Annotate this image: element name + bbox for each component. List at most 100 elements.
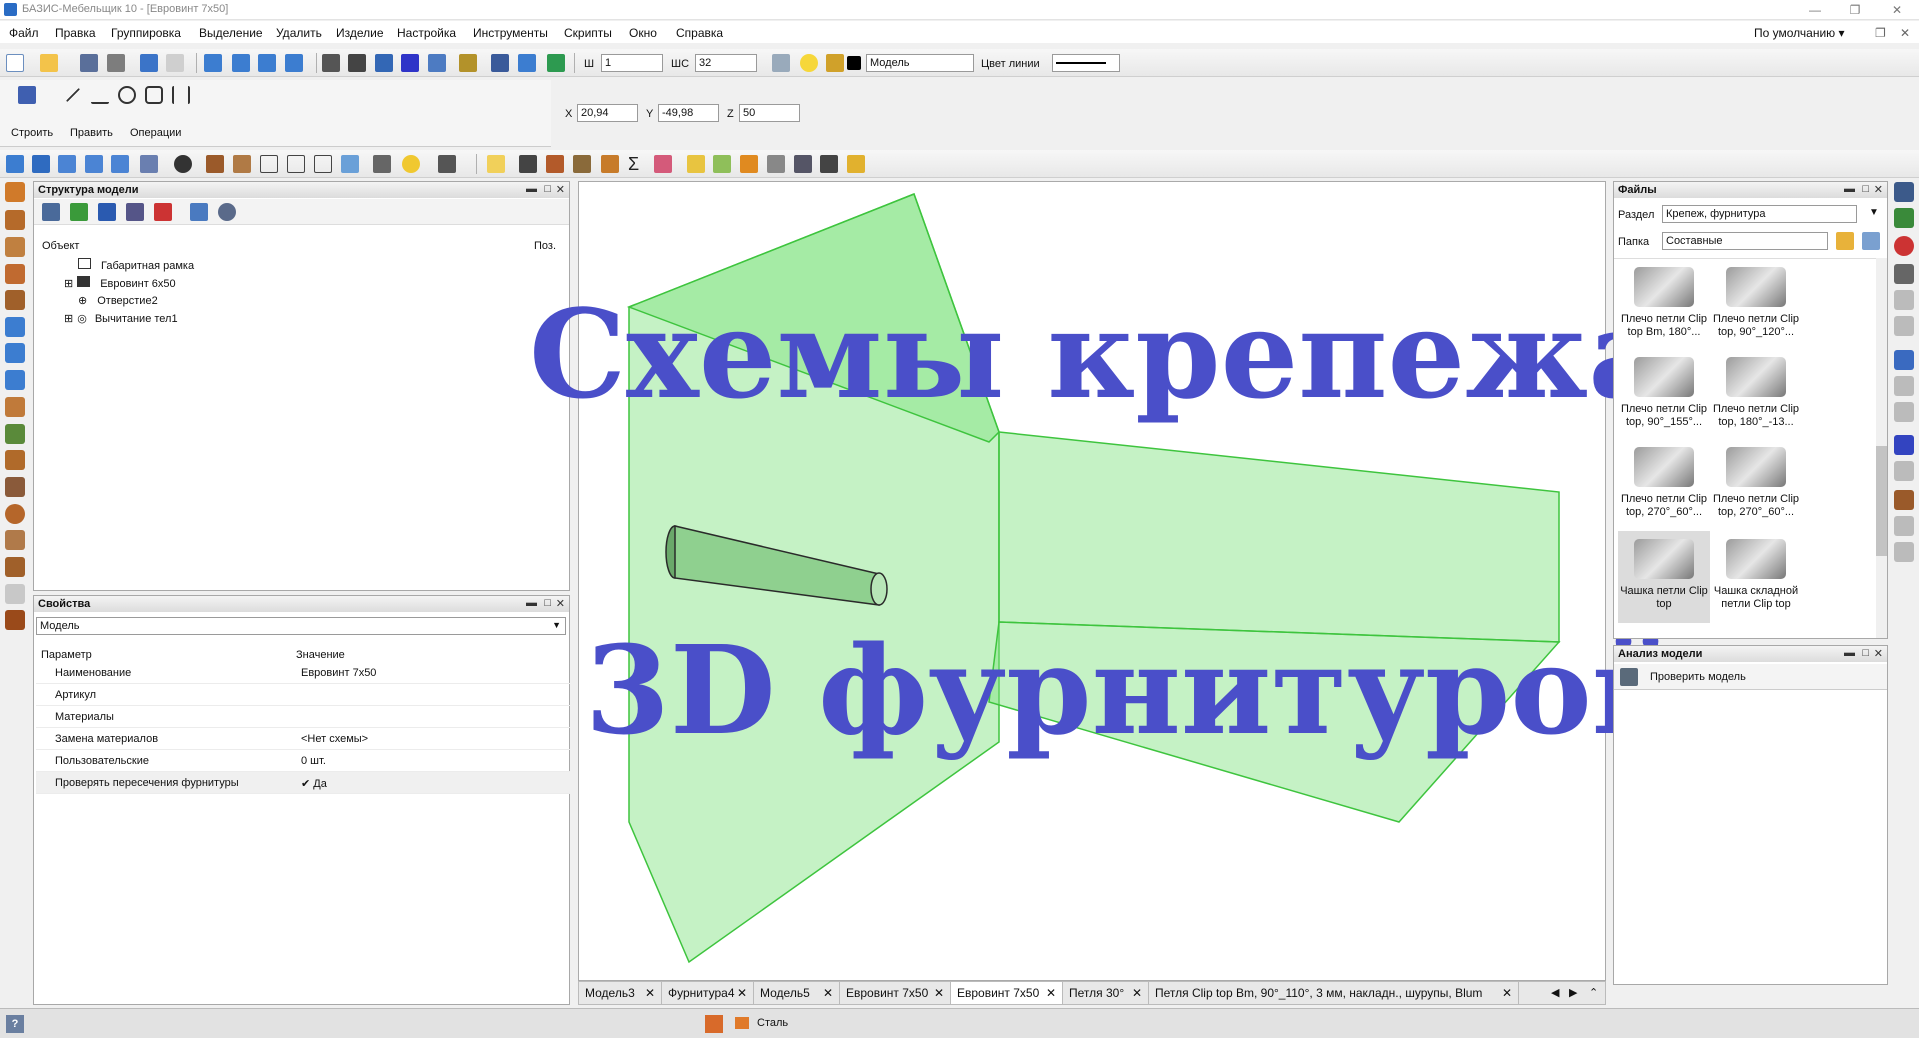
dimension-icon[interactable] (172, 86, 190, 104)
spec-icon[interactable] (767, 155, 785, 173)
undo-icon[interactable] (140, 54, 158, 72)
tab-build[interactable]: Строить (11, 127, 53, 139)
panel-maximize-icon[interactable]: □ (544, 597, 551, 609)
restore-icon[interactable]: ❐ (1875, 26, 1886, 40)
parallel-line-icon[interactable] (91, 86, 109, 104)
help-icon[interactable]: ? (6, 1015, 24, 1033)
refresh-icon[interactable] (547, 54, 565, 72)
fill-icon[interactable] (5, 317, 25, 337)
menu-tools[interactable]: Инструменты (473, 26, 548, 40)
draw-point-icon[interactable] (18, 86, 36, 104)
menu-file[interactable]: Файл (9, 26, 39, 40)
panel-maximize-icon[interactable]: □ (1862, 647, 1869, 659)
green-tool-icon[interactable] (1894, 208, 1914, 228)
doc-tab[interactable]: Фурнитура4 ✕ (662, 982, 754, 1004)
drawer-icon[interactable] (111, 155, 129, 173)
ruler-v-icon[interactable] (1894, 264, 1914, 284)
polygon-icon[interactable] (145, 86, 163, 104)
front-panel-icon[interactable] (5, 264, 25, 284)
tools-icon[interactable] (42, 203, 60, 221)
ws-select[interactable]: 32 (695, 54, 757, 72)
circle-icon[interactable] (118, 86, 136, 104)
zoom-all-icon[interactable] (204, 54, 222, 72)
add-icon[interactable] (70, 203, 88, 221)
z-input[interactable]: 50 (739, 104, 800, 122)
panel-maximize-icon[interactable]: □ (1862, 183, 1869, 195)
check-icon[interactable] (713, 155, 731, 173)
preview-icon[interactable] (190, 203, 208, 221)
menu-help[interactable]: Справка (676, 26, 723, 40)
rotate-icon[interactable] (174, 155, 192, 173)
panel-minimize-icon[interactable]: ▬ (1844, 647, 1855, 659)
tree-item[interactable]: ⊞ ◎ Вычитание тел1 (64, 312, 178, 325)
file-item[interactable]: Плечо петли Clip top Bm, 180°... (1618, 259, 1710, 351)
layers-icon[interactable] (491, 54, 509, 72)
tab-menu-icon[interactable]: ⌃ (1589, 986, 1598, 999)
tab-operations[interactable]: Операции (130, 127, 181, 139)
tree-item[interactable]: ⊞ Евровинт 6х50 (64, 276, 176, 290)
shaded-icon[interactable] (341, 155, 359, 173)
arch-icon[interactable] (5, 424, 25, 444)
properties-selector[interactable]: Модель (36, 617, 566, 635)
cone-icon[interactable] (5, 530, 25, 550)
wireframe-icon[interactable] (260, 155, 278, 173)
lightbulb-icon[interactable] (800, 54, 818, 72)
filter-icon[interactable]: ▼ (1869, 207, 1879, 218)
table-icon[interactable] (740, 155, 758, 173)
arrange-icon[interactable] (1894, 350, 1914, 370)
paint-icon[interactable] (654, 155, 672, 173)
report-icon[interactable] (687, 155, 705, 173)
sphere-icon[interactable] (5, 504, 25, 524)
property-row[interactable]: Проверять пересечения фурнитуры ✔ Да (36, 772, 570, 794)
line-color-select[interactable] (1052, 54, 1120, 72)
doc-tab[interactable]: Евровинт 7х50 ✕ (840, 982, 951, 1004)
target-icon[interactable] (1894, 236, 1914, 256)
menu-group[interactable]: Группировка (111, 26, 181, 40)
pack-icon[interactable] (847, 155, 865, 173)
lock-icon[interactable] (826, 54, 844, 72)
screen-icon[interactable] (1894, 182, 1914, 202)
menu-settings[interactable]: Настройка (397, 26, 456, 40)
file-item[interactable]: Плечо петли Clip top, 90°_155°... (1618, 349, 1710, 441)
search-icon[interactable] (794, 155, 812, 173)
section-select[interactable]: Крепеж, фурнитура (1662, 205, 1857, 223)
panel-minimize-icon[interactable]: ▬ (526, 183, 537, 195)
ortho-icon[interactable] (375, 54, 393, 72)
horizontal-panel-icon[interactable] (5, 237, 25, 257)
cabinet-icon[interactable] (58, 155, 76, 173)
cut-icon[interactable] (519, 155, 537, 173)
edges-icon[interactable] (314, 155, 332, 173)
files-scrollbar[interactable] (1876, 258, 1887, 638)
folder-up-icon[interactable] (1836, 232, 1854, 250)
panel-close-icon[interactable]: ✕ (1874, 647, 1883, 660)
close-icon[interactable]: ✕ (1900, 26, 1910, 40)
chevron-down-icon[interactable]: ▼ (552, 620, 561, 630)
zoom-icon[interactable] (258, 54, 276, 72)
new-file-icon[interactable] (6, 54, 24, 72)
file-item[interactable]: Плечо петли Clip top, 180°_-13... (1710, 349, 1802, 441)
curved-icon[interactable] (5, 450, 25, 470)
search-files-icon[interactable] (1862, 232, 1880, 250)
panel-view-icon[interactable] (1894, 435, 1914, 455)
line-style-icon[interactable] (772, 54, 790, 72)
door-icon[interactable] (546, 155, 564, 173)
file-item[interactable]: Плечо петли Clip top, 270°_60°... (1618, 439, 1710, 531)
panel-close-icon[interactable]: ✕ (556, 183, 565, 196)
view-mode-dropdown[interactable]: По умолчанию ▾ (1754, 26, 1845, 40)
minimize-button[interactable]: — (1795, 0, 1835, 20)
property-row[interactable]: Замена материалов <Нет схемы> (36, 728, 570, 750)
remove-icon[interactable] (154, 203, 172, 221)
sum-icon[interactable]: Σ (628, 155, 646, 173)
close-button[interactable]: ✕ (1877, 0, 1917, 20)
split-h-icon[interactable] (5, 370, 25, 390)
split-v-icon[interactable] (5, 343, 25, 363)
ruler-icon[interactable] (459, 54, 477, 72)
x-input[interactable]: 20,94 (577, 104, 638, 122)
menu-edit[interactable]: Правка (55, 26, 96, 40)
tab-right-icon[interactable]: ▶ (1569, 986, 1577, 999)
transform-icon[interactable] (140, 155, 158, 173)
camera-icon[interactable] (518, 54, 536, 72)
doc-tab[interactable]: Модель5 ✕ (754, 982, 840, 1004)
light-icon[interactable] (402, 155, 420, 173)
frame-icon[interactable] (85, 155, 103, 173)
